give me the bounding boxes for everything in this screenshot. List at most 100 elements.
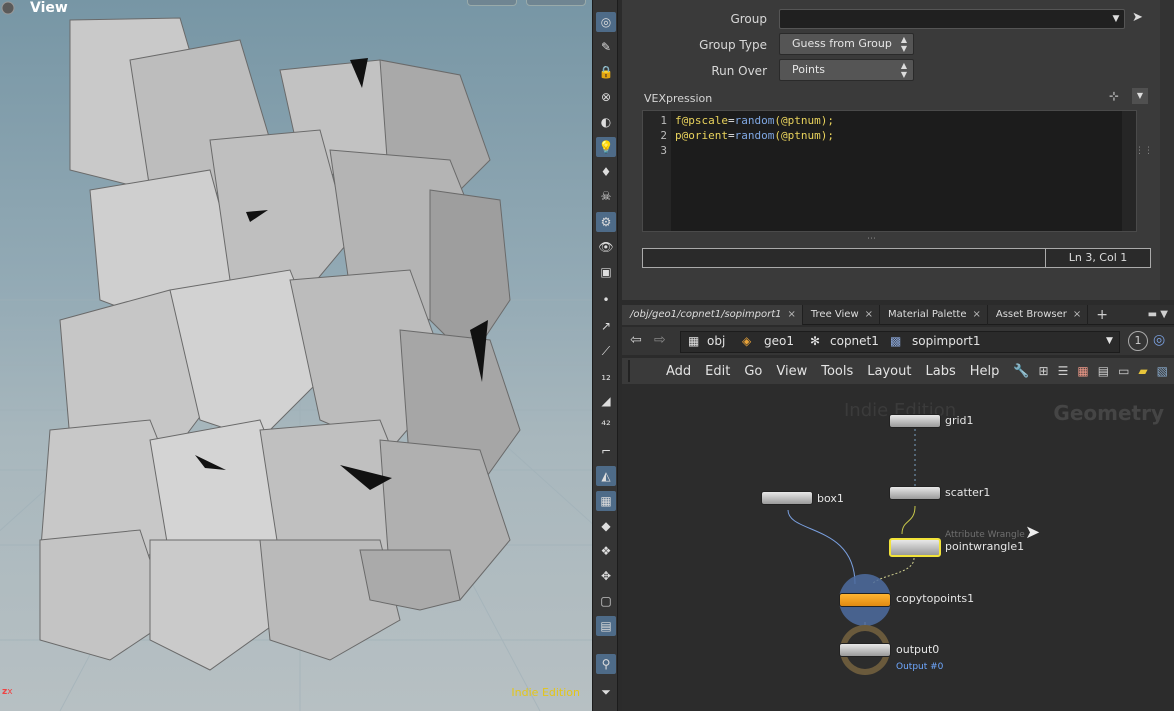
group-dropdown-icon[interactable]: ▼	[1107, 9, 1125, 29]
normal-display-icon[interactable]: ↗	[596, 316, 616, 336]
code-scrollbar[interactable]	[1122, 111, 1136, 231]
obj-icon: ▦	[688, 334, 700, 348]
group-label: Group	[730, 12, 767, 26]
pin-icon[interactable]: ⚲	[596, 654, 616, 674]
instance-icon[interactable]: ❖	[596, 541, 616, 561]
menu-view[interactable]: View	[776, 364, 807, 379]
camera-icon[interactable]: ▣	[596, 262, 616, 282]
back-icon[interactable]: ⇦	[630, 332, 642, 348]
light-icon[interactable]: 💡	[596, 137, 616, 157]
breadcrumb-obj[interactable]: obj	[707, 331, 725, 351]
ghost-icon[interactable]: ⊗	[596, 87, 616, 107]
code-token: =	[727, 114, 735, 127]
menu-edit[interactable]: Edit	[705, 364, 730, 379]
color-palette-icon[interactable]: ▦	[1077, 364, 1088, 378]
network-editor[interactable]: Indie Edition Geometry grid1 scatter1 bo…	[622, 384, 1174, 711]
scene-viewport[interactable]: View zx Indie Edition	[0, 0, 592, 711]
background-image-icon[interactable]: ▤	[596, 616, 616, 636]
network-path-bar: ⇦ ⇨ ▦ obj ◈ geo1 ✻ copnet1 ▩ sopimport1 …	[622, 327, 1174, 355]
primitive-display-icon[interactable]: ◢	[596, 391, 616, 411]
template-icon[interactable]: ◭	[596, 466, 616, 486]
code-line-1: f@pscale=random(@ptnum);	[675, 113, 834, 128]
point-number-icon[interactable]: ₁₂	[596, 366, 616, 386]
safe-area-icon[interactable]: ▢	[596, 591, 616, 611]
breadcrumb-sopimport[interactable]: sopimport1	[912, 331, 980, 351]
copytopoints-node[interactable]	[839, 593, 891, 607]
tab-label: Asset Browser	[995, 309, 1067, 320]
display-options-icon[interactable]: ⚙	[596, 212, 616, 232]
tab-tree-view[interactable]: Tree View ×	[803, 305, 881, 325]
path-dropdown-icon[interactable]: ▼	[1106, 331, 1113, 351]
cursor-position: Ln 3, Col 1	[1045, 249, 1150, 267]
close-tab-icon[interactable]: ×	[972, 305, 980, 325]
viewport-camera-button[interactable]	[467, 0, 517, 6]
pin-badge[interactable]: 1	[1128, 331, 1148, 351]
wrench-icon[interactable]: 🔧	[1013, 364, 1029, 379]
network-box-icon[interactable]: ▭	[1118, 364, 1129, 378]
link-icon[interactable]: ◎	[1153, 332, 1165, 348]
group-type-menu[interactable]: Guess from Group ▲ ▼	[779, 33, 914, 55]
tab-network-path[interactable]: /obj/geo1/copnet1/sopimport1 ×	[622, 305, 803, 325]
snap-icon[interactable]: ✎	[596, 37, 616, 57]
close-tab-icon[interactable]: ×	[788, 305, 796, 325]
image-icon[interactable]: ▧	[1157, 364, 1168, 378]
grid-node[interactable]	[889, 414, 941, 428]
expand-toolbar-icon[interactable]: ⏷	[596, 682, 616, 702]
viewport-edition-label: Indie Edition	[511, 686, 580, 699]
sticky-note-icon[interactable]: ▰	[1138, 364, 1147, 378]
run-over-value: Points	[792, 63, 826, 76]
lock-icon[interactable]: 🔒	[596, 62, 616, 82]
menu-add[interactable]: Add	[666, 364, 691, 379]
backface-icon[interactable]: ◆	[596, 516, 616, 536]
vex-snippet-icon[interactable]: ⊹	[1109, 89, 1119, 103]
menu-layout[interactable]: Layout	[867, 364, 911, 379]
select-group-arrow-icon[interactable]: ➤	[1132, 10, 1143, 25]
output-node[interactable]	[839, 643, 891, 657]
vex-menu-icon[interactable]: ▼	[1132, 88, 1148, 104]
shading-icon[interactable]: ◐	[596, 112, 616, 132]
parameter-scrollbar[interactable]	[1160, 0, 1174, 300]
vertex-display-icon[interactable]: ⟋	[596, 341, 616, 361]
code-token: =	[727, 129, 735, 142]
viewport-display-button[interactable]	[526, 0, 586, 6]
vex-code-editor[interactable]: 1 2 3 f@pscale=random(@ptnum); p@orient=…	[642, 110, 1137, 232]
scatter-node[interactable]	[889, 486, 941, 500]
tab-material-palette[interactable]: Material Palette ×	[880, 305, 988, 325]
uv-checker-icon[interactable]: ▦	[596, 491, 616, 511]
group-field[interactable]	[779, 9, 1125, 29]
menu-labs[interactable]: Labs	[925, 364, 955, 379]
code-token: (@ptnum);	[774, 114, 834, 127]
close-tab-icon[interactable]: ×	[1073, 305, 1081, 325]
breadcrumb-geo[interactable]: geo1	[764, 331, 794, 351]
profile-curve-icon[interactable]: ⌐	[596, 441, 616, 461]
select-mode-icon[interactable]: ◎	[596, 12, 616, 32]
tab-asset-browser[interactable]: Asset Browser ×	[988, 305, 1089, 325]
menu-tools[interactable]: Tools	[821, 364, 853, 379]
splitter-handle-icon[interactable]: ⋯	[867, 234, 876, 244]
pane-menu-icon[interactable]: ▬ ▼	[1148, 305, 1174, 324]
forward-icon[interactable]: ⇨	[654, 332, 666, 348]
tree-icon[interactable]: ⊞	[1039, 364, 1049, 378]
point-display-icon[interactable]: •	[596, 290, 616, 310]
run-over-menu[interactable]: Points ▲ ▼	[779, 59, 914, 81]
headlight-icon[interactable]: ♦	[596, 162, 616, 182]
breadcrumb-copnet[interactable]: copnet1	[830, 331, 879, 351]
skeleton-icon[interactable]: ☠	[596, 186, 616, 206]
code-token: (@ptnum);	[774, 129, 834, 142]
tab-label: /obj/geo1/copnet1/sopimport1	[630, 309, 782, 320]
list-icon[interactable]: ☰	[1058, 364, 1069, 378]
primitive-number-icon[interactable]: ⁴²	[596, 415, 616, 435]
tab-label: Tree View	[810, 309, 859, 320]
box-node[interactable]	[761, 491, 813, 505]
handles-icon[interactable]: ✥	[596, 566, 616, 586]
add-tab-icon[interactable]: +	[1088, 305, 1116, 324]
menu-go[interactable]: Go	[744, 364, 762, 379]
close-tab-icon[interactable]: ×	[865, 305, 873, 325]
menu-help[interactable]: Help	[970, 364, 1000, 379]
mouse-cursor-icon: ➤	[1025, 522, 1041, 543]
visibility-icon[interactable]: 👁	[596, 237, 616, 257]
pointwrangle-node[interactable]	[889, 538, 941, 557]
grid-icon[interactable]: ▤	[1098, 364, 1109, 378]
menu-arrows-icon: ▲ ▼	[900, 35, 907, 53]
resize-handle-icon[interactable]: ⋮⋮	[1135, 146, 1153, 156]
